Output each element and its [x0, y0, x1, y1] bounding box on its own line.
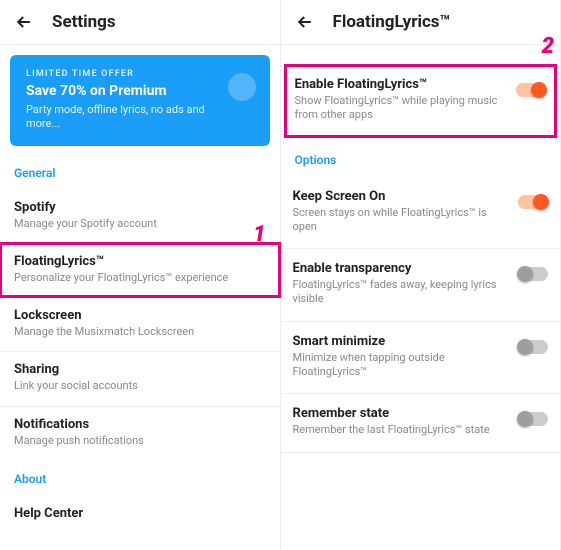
- settings-item-spotify[interactable]: Spotify Manage your Spotify account: [0, 190, 280, 243]
- row-subtitle: FloatingLyrics™ fades away, keeping lyri…: [293, 278, 519, 307]
- item-title: Notifications: [14, 417, 266, 432]
- row-title: Keep Screen On: [293, 189, 519, 204]
- remember-state-toggle[interactable]: [518, 412, 548, 426]
- settings-item-sharing[interactable]: Sharing Link your social accounts: [0, 351, 280, 405]
- row-subtitle: Show FloatingLyrics™ while playing music…: [295, 94, 517, 123]
- item-title: Help Center: [14, 506, 266, 521]
- floatinglyrics-pane: FloatingLyrics™ 2 Enable FloatingLyrics™…: [281, 0, 561, 550]
- promo-label: LIMITED TIME OFFER: [26, 69, 254, 79]
- settings-item-notifications[interactable]: Notifications Manage push notifications: [0, 406, 280, 460]
- item-subtitle: Manage the Musixmatch Lockscreen: [14, 325, 266, 339]
- item-subtitle: Manage push notifications: [14, 434, 266, 448]
- row-subtitle: Minimize when tapping outside FloatingLy…: [293, 351, 519, 380]
- promo-title: Save 70% on Premium: [26, 83, 254, 99]
- row-title: Enable FloatingLyrics™: [295, 77, 517, 92]
- item-subtitle: Personalize your FloatingLyrics™ experie…: [14, 271, 266, 285]
- floatinglyrics-header: FloatingLyrics™: [281, 0, 561, 45]
- section-options: Options: [281, 143, 561, 177]
- item-title: Lockscreen: [14, 308, 266, 323]
- promo-subtitle: Party mode, offline lyrics, no ads and m…: [26, 103, 206, 132]
- page-title: FloatingLyrics™: [333, 12, 451, 32]
- option-smart-minimize[interactable]: Smart minimize Minimize when tapping out…: [281, 322, 561, 395]
- settings-pane: Settings LIMITED TIME OFFER Save 70% on …: [0, 0, 281, 550]
- page-title: Settings: [52, 12, 116, 32]
- row-title: Enable transparency: [293, 261, 519, 276]
- toggle-knob: [533, 194, 549, 210]
- play-icon: [228, 73, 256, 101]
- promo-banner[interactable]: LIMITED TIME OFFER Save 70% on Premium P…: [10, 55, 270, 146]
- enable-transparency-toggle[interactable]: [518, 267, 548, 281]
- item-title: FloatingLyrics™: [14, 254, 266, 269]
- settings-header: Settings: [0, 0, 280, 45]
- keep-screen-on-toggle[interactable]: [518, 195, 548, 209]
- settings-item-lockscreen[interactable]: Lockscreen Manage the Musixmatch Lockscr…: [0, 297, 280, 351]
- settings-item-floatinglyrics[interactable]: 1 FloatingLyrics™ Personalize your Float…: [0, 243, 280, 297]
- row-title: Smart minimize: [293, 334, 519, 349]
- option-enable-transparency[interactable]: Enable transparency FloatingLyrics™ fade…: [281, 249, 561, 322]
- option-remember-state[interactable]: Remember state Remember the last Floatin…: [281, 394, 561, 452]
- toggle-knob: [517, 339, 533, 355]
- toggle-knob: [517, 411, 533, 427]
- settings-item-help-center[interactable]: Help Center: [0, 496, 280, 535]
- toggle-knob: [517, 266, 533, 282]
- section-general: General: [0, 160, 280, 190]
- item-subtitle: Manage your Spotify account: [14, 217, 266, 231]
- item-subtitle: Link your social accounts: [14, 379, 266, 393]
- item-title: Sharing: [14, 362, 266, 377]
- option-keep-screen-on[interactable]: Keep Screen On Screen stays on while Flo…: [281, 177, 561, 250]
- annotation-2: 2: [542, 34, 554, 59]
- row-subtitle: Screen stays on while FloatingLyrics™ is…: [293, 206, 519, 235]
- enable-floatinglyrics-row[interactable]: Enable FloatingLyrics™ Show FloatingLyri…: [287, 67, 555, 135]
- toggle-knob: [531, 82, 547, 98]
- item-title: Spotify: [14, 200, 266, 215]
- arrow-left-icon: [14, 12, 34, 32]
- back-button[interactable]: [293, 10, 317, 34]
- back-button[interactable]: [12, 10, 36, 34]
- enable-floatinglyrics-toggle[interactable]: [516, 83, 546, 97]
- section-about: About: [0, 466, 280, 496]
- annotation-1: 1: [253, 222, 265, 247]
- smart-minimize-toggle[interactable]: [518, 340, 548, 354]
- row-title: Remember state: [293, 406, 519, 421]
- floatinglyrics-content: Enable FloatingLyrics™ Show FloatingLyri…: [281, 45, 561, 453]
- row-subtitle: Remember the last FloatingLyrics™ state: [293, 423, 519, 437]
- arrow-left-icon: [295, 12, 315, 32]
